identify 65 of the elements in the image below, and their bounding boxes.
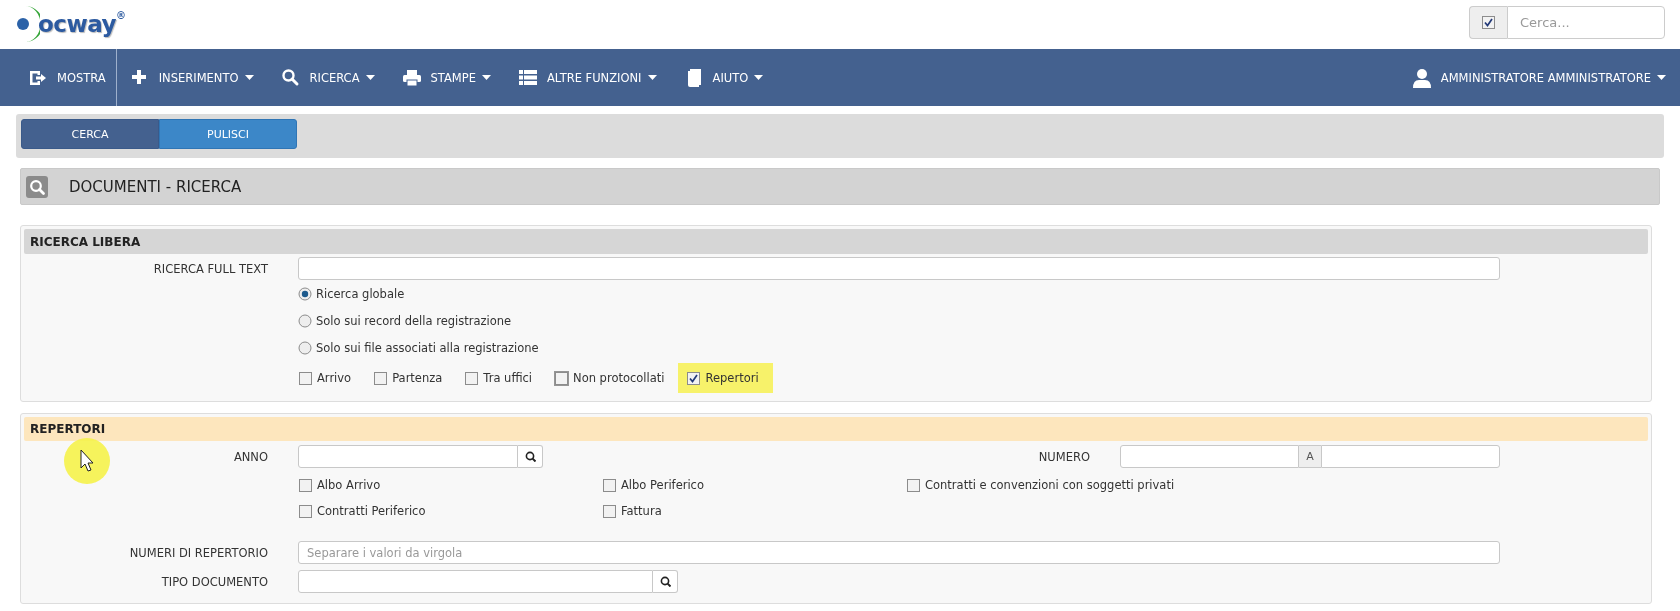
nav-menu-item[interactable]: ALTRE FUNZIONI: [504, 49, 671, 106]
radio-button[interactable]: [298, 286, 312, 301]
checkbox-label: Albo Arrivo: [317, 478, 381, 492]
search-icon: [524, 451, 536, 462]
search-button[interactable]: [653, 570, 678, 593]
option-label: Solo sui file associati alla registrazione: [316, 340, 539, 355]
user-icon: [1411, 67, 1432, 88]
nav-menu-item[interactable]: INSERIMENTO: [116, 49, 268, 106]
checkbox-label: Contratti Periferico: [317, 504, 426, 518]
registered-mark: ®: [116, 10, 126, 21]
toolbar-button[interactable]: PULISCI: [159, 119, 297, 149]
input-field[interactable]: [298, 570, 653, 593]
input-field[interactable]: [298, 445, 518, 468]
checkbox-label: Contratti e convenzioni con soggetti privati: [925, 478, 1175, 492]
radio-button[interactable]: [298, 340, 312, 355]
field-label: ANNO: [233, 449, 268, 464]
checkbox[interactable]: [554, 370, 570, 386]
checkbox[interactable]: [464, 370, 480, 386]
logo-text: ocway: [38, 11, 116, 37]
input-field[interactable]: Separare i valori da virgola: [298, 541, 1500, 564]
checkbox-label: Partenza: [392, 371, 443, 385]
input-field[interactable]: [1120, 445, 1299, 468]
radio-button[interactable]: [298, 313, 312, 328]
nav-menu-item[interactable]: MOSTRA: [0, 49, 117, 106]
checkbox-label: Non protocollati: [573, 371, 665, 385]
field-label: NUMERI DI REPERTORIO: [129, 545, 268, 560]
checkbox[interactable]: [1481, 14, 1496, 30]
section-header: REPERTORI: [24, 417, 1648, 441]
search-button[interactable]: [518, 445, 543, 468]
checkbox-label: Repertori: [705, 371, 759, 385]
option-label: Solo sui record della registrazione: [316, 313, 512, 328]
cursor-highlight-drawing: [63, 437, 111, 485]
checkbox[interactable]: [602, 503, 617, 519]
field-label: NUMERO: [1037, 449, 1090, 464]
search-icon: [26, 175, 48, 198]
logo-icon: [16, 4, 40, 44]
checkbox-label: Fattura: [621, 504, 662, 518]
checkbox[interactable]: [298, 503, 313, 519]
checkbox-label: Arrivo: [317, 371, 352, 385]
nav-menu-item[interactable]: AIUTO: [670, 49, 778, 106]
list-icon: [517, 67, 538, 88]
toolbar-button[interactable]: CERCA: [21, 119, 159, 149]
option-label: Ricerca globale: [316, 286, 405, 301]
section-header: RICERCA LIBERA: [24, 229, 1648, 254]
user-menu[interactable]: AMMINISTRATORE AMMINISTRATORE: [1398, 49, 1680, 106]
nav-menu-item[interactable]: STAMPE: [388, 49, 505, 106]
checkbox[interactable]: [298, 477, 313, 493]
search-field[interactable]: Cerca...: [1507, 5, 1665, 39]
range-separator: A: [1299, 445, 1321, 468]
input-field[interactable]: [298, 257, 1500, 280]
search-icon: [659, 576, 671, 587]
input-field[interactable]: [1321, 445, 1500, 468]
checkbox[interactable]: [298, 370, 313, 386]
page-title: DOCUMENTI - RICERCA: [69, 177, 242, 196]
field-label: TIPO DOCUMENTO: [161, 574, 268, 589]
checkbox-label: Tra uffici: [483, 371, 533, 385]
search-icon: [280, 67, 301, 88]
field-label: RICERCA FULL TEXT: [153, 261, 268, 276]
checkbox[interactable]: [373, 370, 389, 386]
checkbox[interactable]: [602, 477, 617, 493]
checkbox[interactable]: [686, 370, 702, 386]
checkbox-label: Albo Periferico: [621, 478, 704, 492]
nav-menu-item[interactable]: RICERCA: [267, 49, 389, 106]
checkbox[interactable]: [906, 477, 921, 493]
printer-icon: [401, 67, 422, 88]
